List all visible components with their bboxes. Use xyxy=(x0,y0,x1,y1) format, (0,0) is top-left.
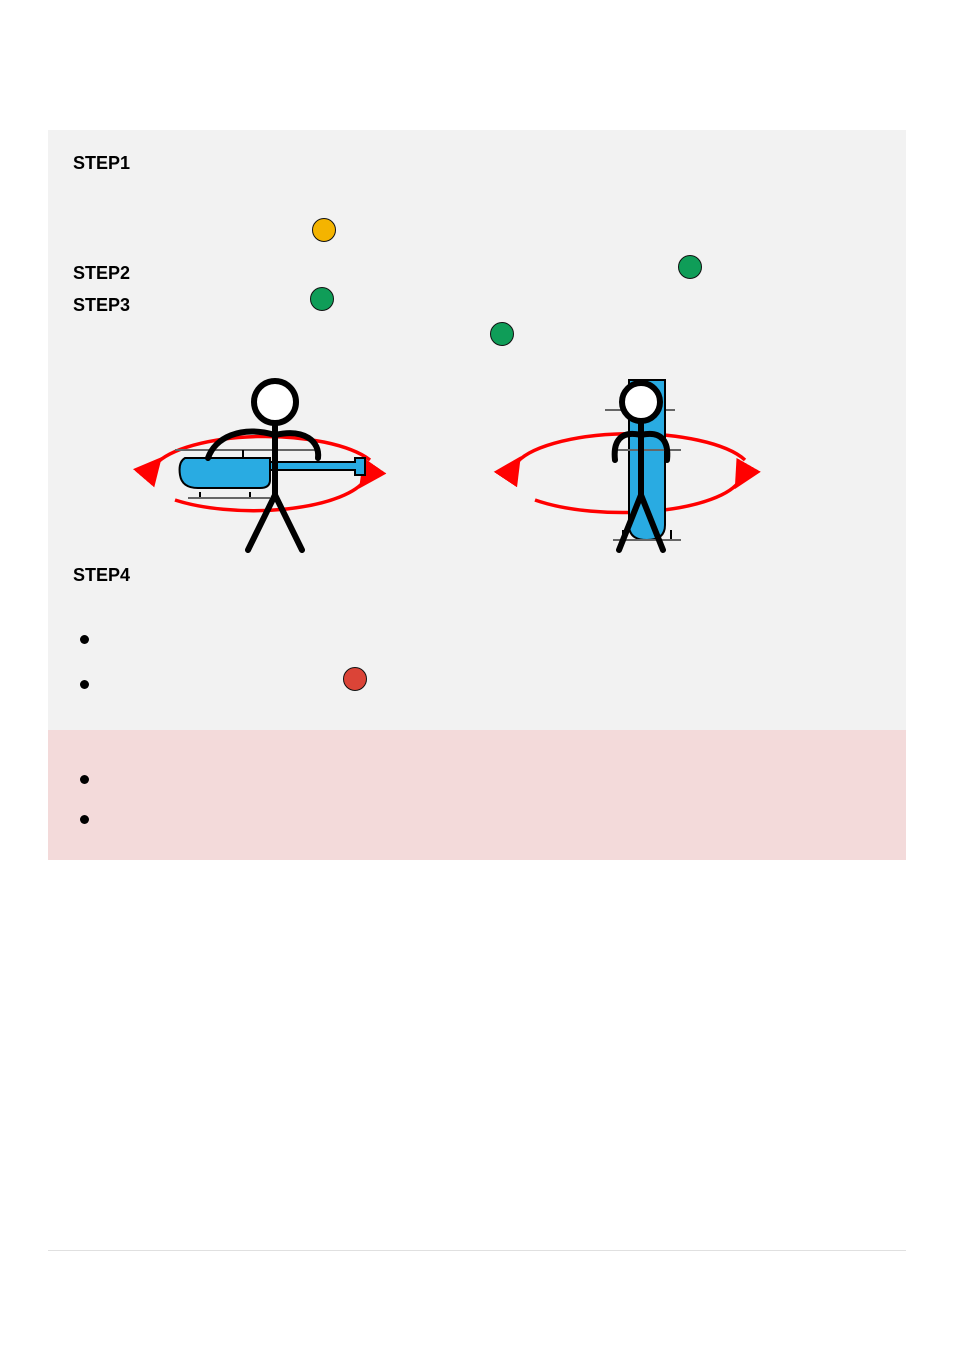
bullet-icon xyxy=(80,680,89,689)
panel-note xyxy=(48,730,906,860)
status-dot-green-icon xyxy=(678,255,702,279)
status-dot-green-icon xyxy=(310,287,334,311)
label-step2: STEP2 xyxy=(73,263,130,284)
status-dot-yellow-icon xyxy=(312,218,336,242)
page: STEP1 STEP2 STEP3 STEP4 xyxy=(0,0,954,1354)
bullet-icon xyxy=(80,635,89,644)
label-step3: STEP3 xyxy=(73,295,130,316)
figure-rotate-front-icon xyxy=(495,380,775,570)
status-dot-red-icon xyxy=(343,667,367,691)
figure-rotate-side-icon xyxy=(120,380,400,570)
bullet-icon xyxy=(80,775,89,784)
label-step1: STEP1 xyxy=(73,153,130,174)
footer-rule xyxy=(48,1250,906,1251)
status-dot-green-icon xyxy=(490,322,514,346)
bullet-icon xyxy=(80,815,89,824)
